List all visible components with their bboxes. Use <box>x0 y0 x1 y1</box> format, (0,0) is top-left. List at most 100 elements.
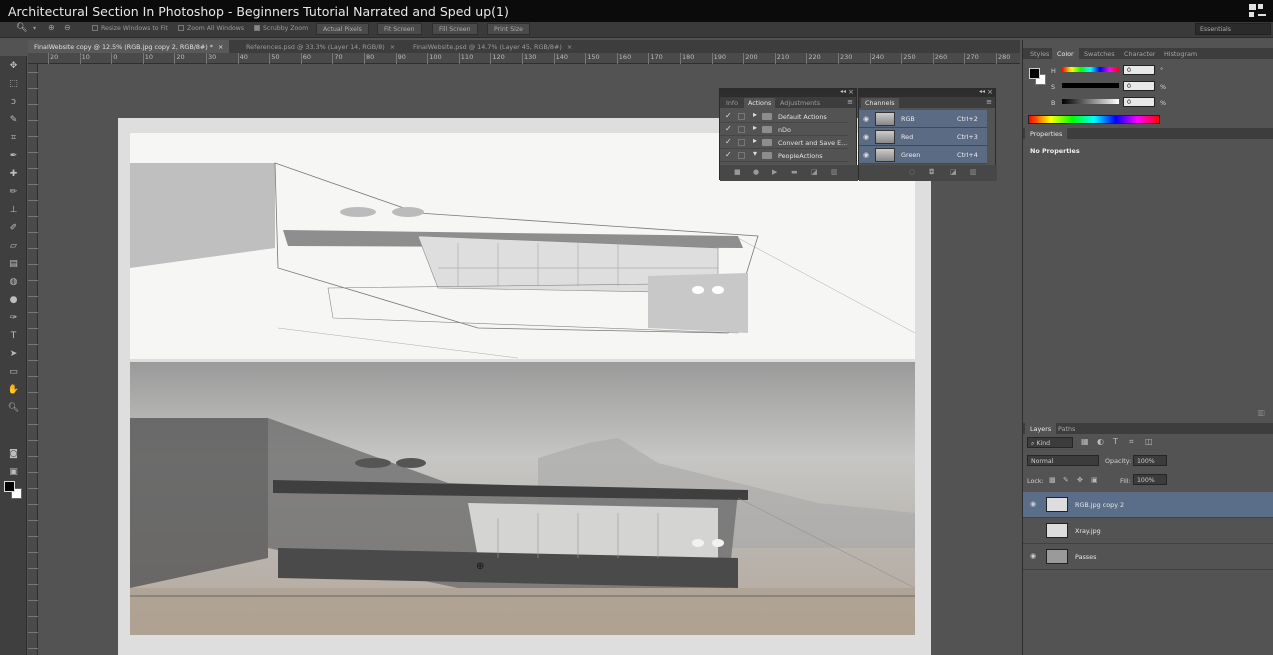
document-canvas[interactable]: ⊕ <box>118 118 931 655</box>
brush-tool-icon[interactable]: ✏ <box>6 186 21 198</box>
tab-adjustments[interactable]: Adjustments <box>776 98 824 108</box>
print-size-button[interactable]: Print Size <box>487 23 530 35</box>
eye-icon[interactable]: ◉ <box>1030 500 1036 508</box>
brightness-slider[interactable] <box>1062 99 1119 104</box>
kind-filter-select[interactable]: ⌕ Kind <box>1027 437 1073 448</box>
load-selection-icon[interactable]: ◌ <box>909 168 915 176</box>
channel-row[interactable]: ◉ Red Ctrl+3 <box>859 128 987 146</box>
hand-tool-icon[interactable]: ✋ <box>6 384 21 396</box>
close-icon[interactable]: × <box>848 88 854 96</box>
foreground-color-swatch[interactable] <box>4 481 15 492</box>
doc-tab-finalwebsite[interactable]: FinalWebsite.psd @ 14.7% (Layer 45, RGB/… <box>407 40 578 53</box>
color-spectrum-bar[interactable] <box>1028 115 1160 124</box>
channel-row[interactable]: ◉ RGB Ctrl+2 <box>859 110 987 128</box>
canvas-area[interactable]: ⊕ ◂◂ × Info Actions Adjustments ≡ ✓ ▸ Defau… <box>38 64 1020 655</box>
quick-select-tool-icon[interactable]: ✎ <box>6 114 21 126</box>
channel-row[interactable]: ◉ Green Ctrl+4 <box>859 146 987 164</box>
fill-input[interactable]: 100% <box>1133 474 1167 485</box>
clone-stamp-tool-icon[interactable]: ⊥ <box>6 204 21 216</box>
tool-preset-chevron-icon[interactable]: ▾ <box>33 25 36 32</box>
expand-triangle-icon[interactable]: ▸ <box>753 110 757 119</box>
tab-character[interactable]: Character <box>1119 48 1161 59</box>
tab-actions[interactable]: Actions <box>744 98 776 108</box>
play-icon[interactable]: ▶ <box>772 168 777 176</box>
quick-mask-icon[interactable]: ◙ <box>6 448 21 460</box>
saturation-input[interactable]: 0 <box>1123 81 1155 91</box>
check-icon[interactable]: ✓ <box>725 150 732 159</box>
hue-slider[interactable] <box>1062 67 1119 72</box>
tab-channels[interactable]: Channels <box>861 98 899 108</box>
close-icon[interactable]: × <box>390 43 395 51</box>
workspace-select[interactable]: Essentials <box>1195 23 1271 35</box>
zoom-out-icon[interactable]: ⊖ <box>64 23 71 32</box>
lock-transparent-icon[interactable]: ▩ <box>1049 476 1056 484</box>
eye-icon[interactable]: ◉ <box>863 133 869 141</box>
record-icon[interactable]: ● <box>753 168 759 176</box>
tab-properties[interactable]: Properties <box>1025 128 1068 139</box>
trash-icon[interactable]: ▥ <box>831 168 838 176</box>
close-icon[interactable]: × <box>987 88 993 96</box>
check-icon[interactable]: ✓ <box>725 124 732 133</box>
screen-mode-icon[interactable]: ▣ <box>6 466 21 478</box>
doc-tab-finalwebsite-copy[interactable]: FinalWebsite copy @ 12.5% (RGB.jpg copy … <box>28 40 230 53</box>
hue-input[interactable]: 0 <box>1123 65 1155 75</box>
pixel-filter-icon[interactable]: ▦ <box>1081 437 1089 446</box>
zoom-all-checkbox[interactable]: Zoom All Windows <box>178 25 244 32</box>
tab-color[interactable]: Color <box>1052 48 1079 59</box>
eraser-tool-icon[interactable]: ▱ <box>6 240 21 252</box>
dialog-toggle[interactable] <box>738 113 745 120</box>
smart-object-filter-icon[interactable]: ◫ <box>1145 437 1153 446</box>
stop-icon[interactable]: ■ <box>734 168 741 176</box>
collapse-triangle-icon[interactable]: ▾ <box>753 149 757 158</box>
doc-tab-references[interactable]: References.psd @ 33.3% (Layer 14, RGB/8)… <box>240 40 401 53</box>
lock-position-icon[interactable]: ✥ <box>1077 476 1083 484</box>
layout-toggle-icon[interactable] <box>1249 4 1267 20</box>
collapse-icon[interactable]: ◂◂ <box>840 88 846 95</box>
type-filter-icon[interactable]: T <box>1113 437 1118 446</box>
eye-icon[interactable]: ◉ <box>863 151 869 159</box>
saturation-slider[interactable] <box>1062 83 1119 88</box>
zoom-tool-icon[interactable]: 🔍︎ <box>16 23 27 33</box>
tab-layers[interactable]: Layers <box>1025 423 1057 434</box>
type-tool-icon[interactable]: T <box>6 330 21 342</box>
panel-menu-icon[interactable]: ≡ <box>986 98 992 106</box>
blend-mode-select[interactable]: Normal <box>1027 455 1099 466</box>
action-set-row[interactable]: ✓ ▸ Default Actions <box>720 110 848 123</box>
marquee-tool-icon[interactable]: ⬚ <box>6 78 21 90</box>
close-icon[interactable]: × <box>218 43 223 51</box>
expand-triangle-icon[interactable]: ▸ <box>753 136 757 145</box>
move-tool-icon[interactable]: ✥ <box>6 60 21 72</box>
new-action-icon[interactable]: ◪ <box>811 168 818 176</box>
trash-icon[interactable]: ▥ <box>1257 408 1265 417</box>
action-set-row[interactable]: ✓ ▸ Convert and Save E... <box>720 136 848 149</box>
zoom-tool-panel-icon[interactable]: 🔍︎ <box>6 402 21 414</box>
panel-menu-icon[interactable]: ≡ <box>847 98 853 106</box>
tab-styles[interactable]: Styles <box>1025 48 1054 59</box>
resize-windows-checkbox[interactable]: Resize Windows to Fit <box>92 25 168 32</box>
blur-tool-icon[interactable]: ◍ <box>6 276 21 288</box>
adjustment-filter-icon[interactable]: ◐ <box>1097 437 1104 446</box>
layer-row[interactable]: ◉ Passes <box>1023 544 1273 570</box>
healing-brush-tool-icon[interactable]: ✚ <box>6 168 21 180</box>
lock-image-icon[interactable]: ✎ <box>1063 476 1069 484</box>
fill-screen-button[interactable]: Fill Screen <box>432 23 478 35</box>
action-set-row[interactable]: ✓ ▾ PeopleActions <box>720 149 848 162</box>
new-channel-icon[interactable]: ◪ <box>950 168 957 176</box>
eye-icon[interactable]: ◉ <box>863 115 869 123</box>
pen-tool-icon[interactable]: ✑ <box>6 312 21 324</box>
scrubby-zoom-checkbox[interactable]: Scrubby Zoom <box>254 25 308 32</box>
save-selection-icon[interactable]: ◘ <box>929 168 935 176</box>
check-icon[interactable]: ✓ <box>725 137 732 146</box>
trash-icon[interactable]: ▥ <box>970 168 977 176</box>
opacity-input[interactable]: 100% <box>1133 455 1167 466</box>
layer-row[interactable]: ◉ RGB.jpg copy 2 <box>1023 492 1273 518</box>
dodge-tool-icon[interactable]: ● <box>6 294 21 306</box>
new-set-icon[interactable]: ▬ <box>791 168 798 176</box>
dialog-toggle[interactable] <box>738 139 745 146</box>
fit-screen-button[interactable]: Fit Screen <box>377 23 422 35</box>
history-brush-tool-icon[interactable]: ✐ <box>6 222 21 234</box>
layer-row[interactable]: □ Xray.jpg <box>1023 518 1273 544</box>
tab-paths[interactable]: Paths <box>1053 423 1080 434</box>
tab-swatches[interactable]: Swatches <box>1079 48 1120 59</box>
eye-icon[interactable]: ◉ <box>1030 552 1036 560</box>
